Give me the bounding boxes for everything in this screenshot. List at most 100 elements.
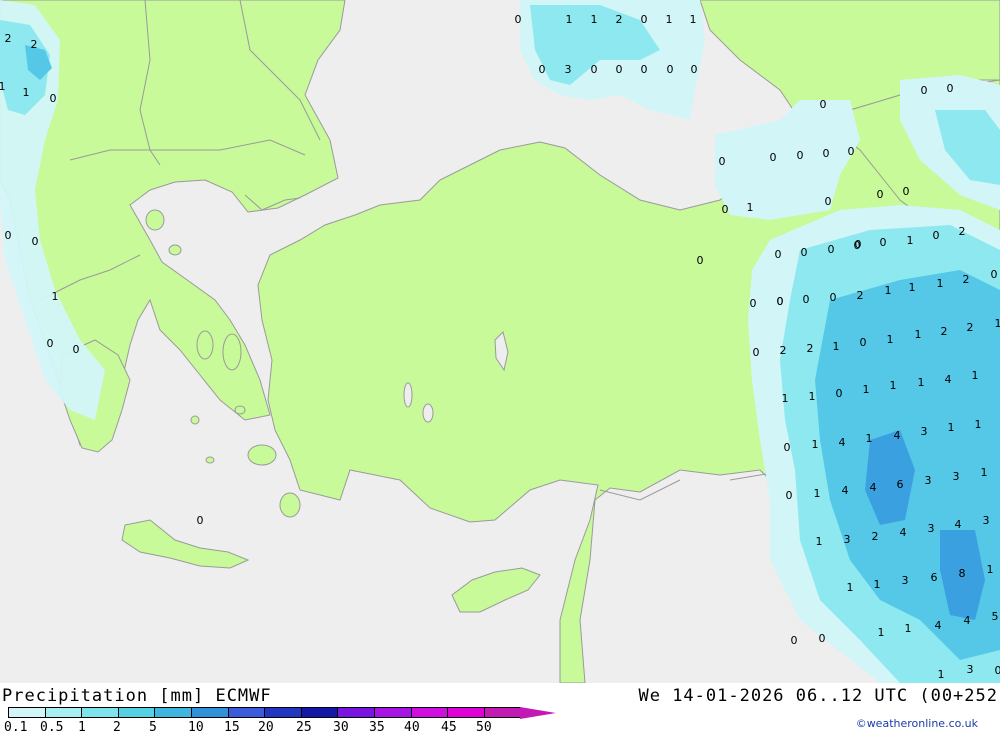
precip-value-label: 1 xyxy=(890,379,897,392)
precip-value-label: 2 xyxy=(963,273,970,286)
precip-value-label: 0 xyxy=(775,248,782,261)
legend-swatch xyxy=(191,707,229,718)
legend-swatch xyxy=(8,707,46,718)
precip-value-label: 0 xyxy=(753,346,760,359)
precip-value-label: 1 xyxy=(809,390,816,403)
precip-value-label: 1 xyxy=(814,487,821,500)
precip-value-label: 4 xyxy=(894,429,901,442)
precip-value-label: 0 xyxy=(197,514,204,527)
legend-swatch xyxy=(447,707,485,718)
precip-value-label: 3 xyxy=(967,663,974,676)
precip-value-label: 1 xyxy=(975,418,982,431)
precip-value-label: 5 xyxy=(992,610,999,623)
precip-value-label: 1 xyxy=(948,421,955,434)
precip-value-label: 3 xyxy=(983,514,990,527)
precip-value-label: 0 xyxy=(32,235,39,248)
precip-value-label: 3 xyxy=(844,533,851,546)
precip-value-label: 6 xyxy=(931,571,938,584)
precip-value-label: 0 xyxy=(995,664,1000,677)
legend-swatch xyxy=(484,707,522,718)
precip-value-label: 0 xyxy=(819,632,826,645)
precip-value-label: 1 xyxy=(866,432,873,445)
forecast-map-panel: 0 1 1 2 0 1 1 0 3 0 0 0 0 0 2 2 1 1 0 0 0 0 0 0 0 0 0 0 0 0 1 0 0 0 0 0 0 0 0 0… xyxy=(0,0,1000,733)
precip-value-label: 0 xyxy=(591,63,598,76)
precip-value-label: 1 xyxy=(937,277,944,290)
legend-swatch xyxy=(154,707,192,718)
precip-value-label: 0 xyxy=(641,63,648,76)
precip-value-label: 2 xyxy=(780,344,787,357)
map-valid-time: We 14-01-2026 06..12 UTC (00+252 xyxy=(638,686,998,706)
legend-swatch xyxy=(264,707,302,718)
precip-value-label: 3 xyxy=(565,63,572,76)
precip-value-label: 1 xyxy=(905,622,912,635)
precip-value-label: 4 xyxy=(842,484,849,497)
precip-value-label: 4 xyxy=(945,373,952,386)
precip-value-label: 2 xyxy=(872,530,879,543)
precip-value-label: 3 xyxy=(925,474,932,487)
precip-value-label: 2 xyxy=(807,342,814,355)
precip-value-label: 1 xyxy=(981,466,988,479)
precip-value-label: 1 xyxy=(915,328,922,341)
precip-value-label: 1 xyxy=(907,234,914,247)
lake-beysehir xyxy=(423,404,433,422)
precip-value-label: 1 xyxy=(52,290,59,303)
precip-value-label: 1 xyxy=(0,80,6,93)
precip-value-label: 1 xyxy=(885,284,892,297)
precip-value-label: 1 xyxy=(887,333,894,346)
precip-value-label: 1 xyxy=(938,668,945,681)
precip-value-label: 0 xyxy=(515,13,522,26)
precip-value-label: 1 xyxy=(23,86,30,99)
precip-value-label: 4 xyxy=(839,436,846,449)
precip-value-label: 0 xyxy=(616,63,623,76)
precip-value-label: 2 xyxy=(959,225,966,238)
precip-value-label: 1 xyxy=(833,340,840,353)
precip-value-label: 1 xyxy=(987,563,994,576)
precip-value-label: 1 xyxy=(812,438,819,451)
precip-value-label: 0 xyxy=(903,185,910,198)
precip-value-label: 0 xyxy=(47,337,54,350)
legend-swatch xyxy=(228,707,266,718)
precip-value-label: 1 xyxy=(690,13,697,26)
credit-link[interactable]: ©weatheronline.co.uk xyxy=(856,717,978,730)
precip-value-label: 1 xyxy=(747,201,754,214)
precip-value-label: 0 xyxy=(791,634,798,647)
precip-value-label: 0 xyxy=(877,188,884,201)
precip-value-label: 1 xyxy=(995,317,1000,330)
precip-value-label: 1 xyxy=(909,281,916,294)
precip-value-label: 2 xyxy=(857,289,864,302)
precip-value-label: 0 xyxy=(820,98,827,111)
legend-swatch xyxy=(411,707,449,718)
precip-value-label: 1 xyxy=(918,376,925,389)
precip-value-label: 1 xyxy=(847,581,854,594)
lake-egirdir xyxy=(404,383,412,407)
precip-value-label: 1 xyxy=(666,13,673,26)
precip-value-label: 0 xyxy=(880,236,887,249)
precip-value-label: 0 xyxy=(797,149,804,162)
precip-value-label: 0 xyxy=(750,297,757,310)
precip-value-label: 0 xyxy=(830,291,837,304)
precip-value-label: 0 xyxy=(823,147,830,160)
precip-value-label: 0 xyxy=(770,151,777,164)
map-title: Precipitation [mm] ECMWF xyxy=(2,686,272,706)
legend-swatch xyxy=(337,707,375,718)
legend-arrow xyxy=(520,707,556,719)
precip-value-label: 0 xyxy=(722,203,729,216)
precip-value-label: 3 xyxy=(902,574,909,587)
precip-value-label: 0 xyxy=(50,92,57,105)
precip-value-label: 0 xyxy=(73,343,80,356)
precip-value-label: 2 xyxy=(31,38,38,51)
precip-value-label: 0 xyxy=(836,387,843,400)
precip-value-label: 0 xyxy=(667,63,674,76)
precip-value-label: 1 xyxy=(591,13,598,26)
precip-value-label: 3 xyxy=(921,425,928,438)
legend-swatch xyxy=(301,707,339,718)
precip-value-label: 3 xyxy=(928,522,935,535)
precip-value-label: 0 xyxy=(641,13,648,26)
precip-value-label: 0 xyxy=(5,229,12,242)
precip-value-label: 4 xyxy=(900,526,907,539)
precip-value-label: 0 xyxy=(855,238,862,251)
precip-value-label: 0 xyxy=(719,155,726,168)
precip-value-label: 0 xyxy=(784,441,791,454)
precip-value-label: 4 xyxy=(870,481,877,494)
precip-value-label: 8 xyxy=(959,567,966,580)
